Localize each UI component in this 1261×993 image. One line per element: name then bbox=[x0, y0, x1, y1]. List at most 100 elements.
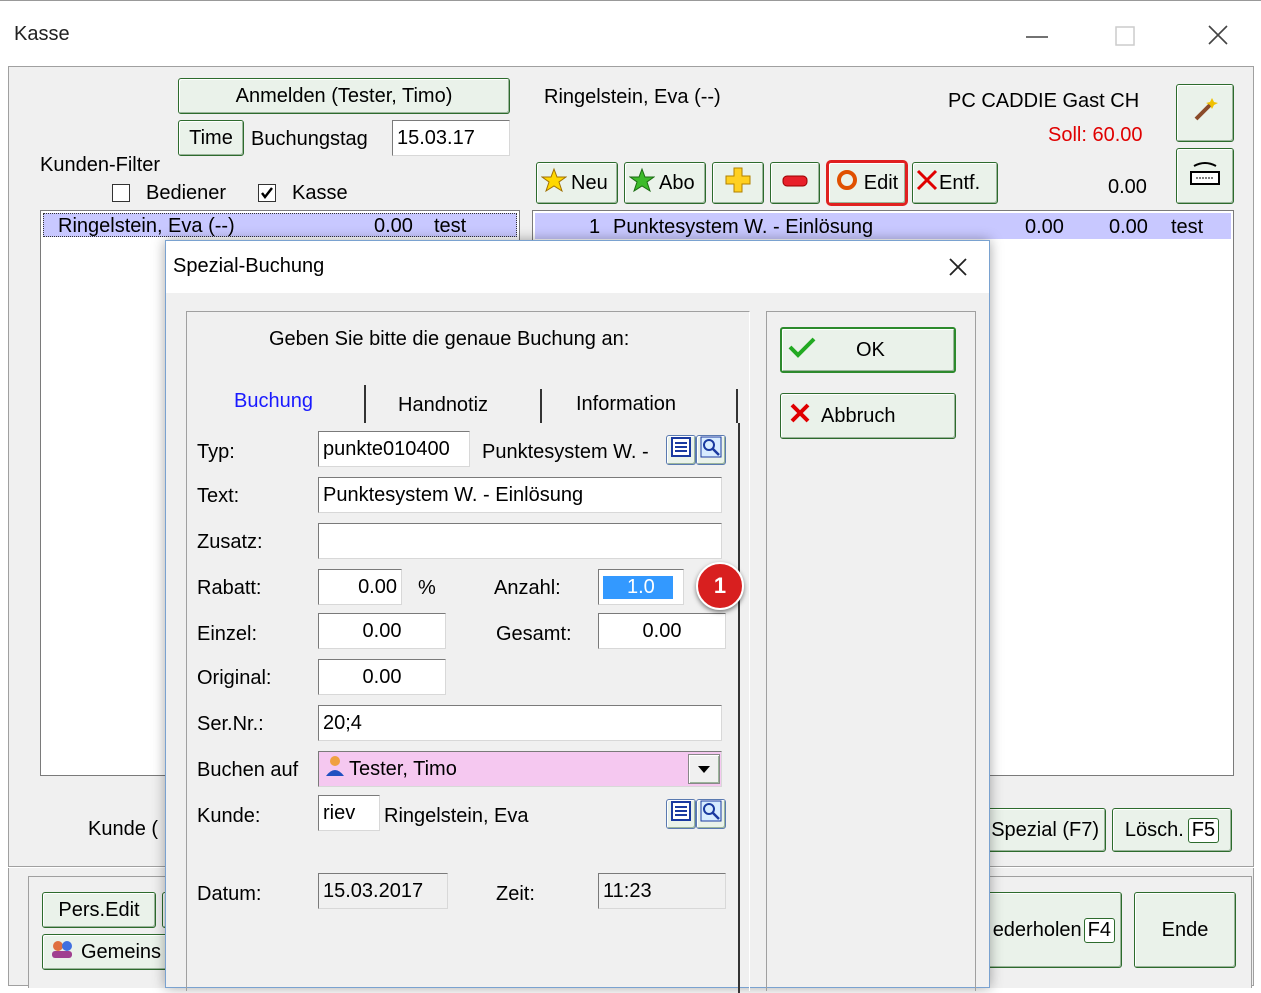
wiederholen-button-label: ederholen bbox=[992, 918, 1082, 941]
loesch-button[interactable]: Lösch. F5 bbox=[1112, 808, 1232, 852]
time-button[interactable]: Time bbox=[178, 120, 244, 156]
soll-amount: Soll: 60.00 bbox=[1048, 124, 1143, 146]
tab-handnotiz[interactable]: Handnotiz bbox=[366, 389, 542, 423]
text-field[interactable]: Punktesystem W. - Einlösung bbox=[318, 477, 722, 513]
gesamt-label: Gesamt: bbox=[496, 623, 572, 645]
magic-wand-button[interactable] bbox=[1176, 84, 1234, 142]
einzel-field[interactable]: 0.00 bbox=[318, 613, 446, 649]
total-amount: 0.00 bbox=[1108, 176, 1147, 198]
buchen-auf-label: Buchen auf bbox=[197, 759, 299, 781]
tab-buchung[interactable]: Buchung bbox=[194, 385, 366, 423]
minimize-icon[interactable] bbox=[1024, 15, 1050, 45]
close-icon[interactable] bbox=[1206, 23, 1230, 47]
typ-list-button[interactable] bbox=[666, 435, 696, 465]
spezial-button-label: Spezial (F7) bbox=[991, 818, 1099, 841]
datum-label: Datum: bbox=[197, 883, 262, 905]
remove-button[interactable] bbox=[770, 162, 820, 204]
tab-information-label: Information bbox=[576, 393, 677, 415]
search-icon bbox=[700, 800, 722, 828]
percent-sign: % bbox=[418, 577, 436, 599]
zusatz-label: Zusatz: bbox=[197, 531, 263, 553]
delete-button[interactable]: Entf. bbox=[912, 162, 998, 204]
text-label: Text: bbox=[197, 485, 240, 507]
search-icon bbox=[700, 436, 722, 464]
ok-button[interactable]: OK bbox=[780, 327, 956, 373]
spezial-button[interactable]: Spezial (F7) bbox=[984, 808, 1106, 852]
scale-button[interactable] bbox=[1176, 148, 1234, 204]
kasse-checkbox[interactable] bbox=[258, 184, 276, 202]
booking-row-value-2: 0.00 bbox=[1109, 216, 1148, 238]
sernr-field[interactable]: 20;4 bbox=[318, 705, 722, 741]
chevron-down-icon bbox=[697, 758, 711, 781]
dialog-close-icon[interactable] bbox=[946, 255, 970, 279]
magic-wand-icon bbox=[1190, 95, 1220, 131]
tab-information[interactable]: Information bbox=[542, 389, 738, 423]
plus-icon bbox=[724, 166, 752, 200]
table-row[interactable]: 1 Punktesystem W. - Einlösung 0.00 0.00 … bbox=[535, 213, 1231, 239]
title-bar: Kasse bbox=[0, 0, 1261, 66]
pers-edit-button[interactable]: Pers.Edit bbox=[42, 892, 156, 928]
dialog-title-bar: Spezial-Buchung bbox=[166, 241, 989, 293]
typ-label: Typ: bbox=[197, 441, 235, 463]
wiederholen-key: F4 bbox=[1083, 917, 1115, 943]
typ-code-field[interactable]: punkte010400 bbox=[318, 431, 470, 467]
anzahl-field[interactable]: 1.0 bbox=[598, 569, 684, 605]
kunde-bottom-label: Kunde ( bbox=[88, 818, 159, 840]
tab-handnotiz-label: Handnotiz bbox=[398, 394, 489, 416]
booking-row-value-1: 0.00 bbox=[1025, 216, 1064, 238]
callout-number: 1 bbox=[713, 573, 727, 598]
abo-button-label: Abo bbox=[659, 171, 695, 194]
bediener-checkbox[interactable] bbox=[112, 184, 130, 202]
typ-search-button[interactable] bbox=[696, 435, 726, 465]
dialog-spezial-buchung: Spezial-Buchung Geben Sie bitte die gena… bbox=[165, 240, 990, 993]
datum-field: 15.03.2017 bbox=[318, 873, 448, 909]
login-button[interactable]: Anmelden (Tester, Timo) bbox=[178, 78, 510, 114]
customer-name: Ringelstein, Eva (--) bbox=[544, 86, 721, 108]
booking-day-label: Buchungstag bbox=[251, 128, 368, 150]
window-title: Kasse bbox=[14, 23, 70, 45]
einzel-label: Einzel: bbox=[197, 623, 258, 645]
checkmark-icon bbox=[788, 336, 816, 364]
cancel-button[interactable]: Abbruch bbox=[780, 393, 956, 439]
zeit-label: Zeit: bbox=[496, 883, 535, 905]
kunde-label: Kunde: bbox=[197, 805, 261, 827]
kunde-list-button[interactable] bbox=[666, 799, 696, 829]
dialog-title: Spezial-Buchung bbox=[173, 255, 325, 277]
list-icon bbox=[670, 800, 692, 828]
rabatt-label: Rabatt: bbox=[197, 577, 262, 599]
rabatt-field[interactable]: 0.00 bbox=[318, 569, 402, 605]
abo-button[interactable]: Abo bbox=[624, 162, 706, 204]
customer-item-name: Ringelstein, Eva (--) bbox=[58, 215, 235, 237]
group-icon bbox=[49, 938, 75, 966]
add-button[interactable] bbox=[712, 162, 764, 204]
zeit-field: 11:23 bbox=[598, 873, 726, 909]
delete-button-label: Entf. bbox=[939, 171, 981, 194]
maximize-icon[interactable] bbox=[1114, 25, 1136, 47]
original-field[interactable]: 0.00 bbox=[318, 659, 446, 695]
buchen-auf-select[interactable]: Tester, Timo bbox=[318, 751, 722, 787]
user-icon bbox=[325, 755, 345, 783]
edit-button[interactable]: Edit bbox=[826, 160, 908, 206]
gesamt-field[interactable]: 0.00 bbox=[598, 613, 726, 649]
new-button[interactable]: Neu bbox=[536, 162, 618, 204]
red-x-icon bbox=[915, 168, 939, 198]
new-button-label: Neu bbox=[571, 171, 608, 194]
typ-name: Punktesystem W. - bbox=[482, 441, 649, 463]
cancel-button-label: Abbruch bbox=[821, 404, 896, 427]
gemeins-button[interactable]: Gemeins bbox=[42, 934, 172, 970]
zusatz-field[interactable] bbox=[318, 523, 722, 559]
sernr-label: Ser.Nr.: bbox=[197, 713, 264, 735]
ok-button-label: OK bbox=[856, 338, 885, 361]
booking-row-text: Punktesystem W. - Einlösung bbox=[613, 216, 874, 238]
booking-day-field[interactable]: 15.03.17 bbox=[392, 120, 510, 156]
buchen-auf-dropdown[interactable] bbox=[688, 754, 720, 784]
minus-icon bbox=[781, 172, 809, 195]
kunde-code-field[interactable]: riev bbox=[318, 795, 380, 831]
list-icon bbox=[670, 436, 692, 464]
customer-item-amount: 0.00 bbox=[374, 215, 413, 237]
wiederholen-button[interactable]: ederholen F4 bbox=[984, 892, 1122, 968]
kasse-label: Kasse bbox=[292, 182, 348, 204]
kunde-search-button[interactable] bbox=[696, 799, 726, 829]
ende-button[interactable]: Ende bbox=[1134, 892, 1236, 968]
list-item[interactable]: Ringelstein, Eva (--) 0.00 test bbox=[43, 213, 517, 237]
